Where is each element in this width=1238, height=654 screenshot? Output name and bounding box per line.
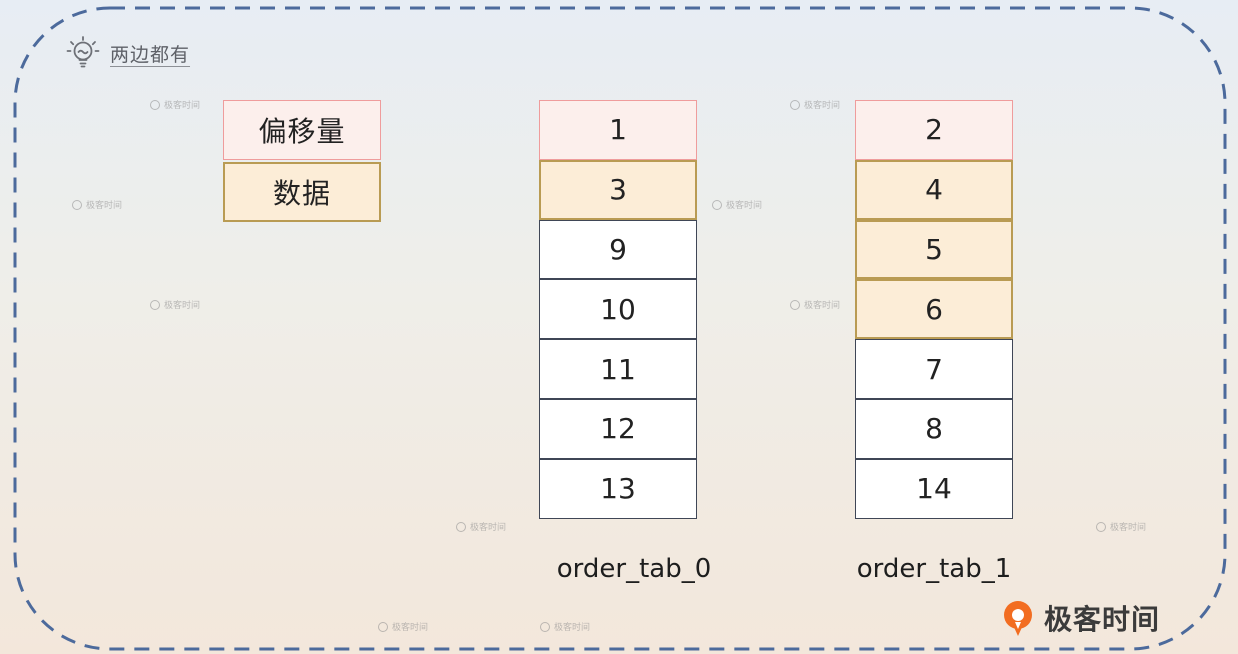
table-order-tab-0: 1 3 9 10 11 12 13: [539, 100, 697, 519]
legend: 偏移量 数据: [223, 100, 381, 222]
watermark-text: 极客时间: [164, 301, 201, 311]
watermark: 极客时间: [72, 198, 122, 211]
cell-value: 6: [925, 292, 943, 326]
watermark-logo-icon: [1096, 521, 1106, 532]
watermark-text: 极客时间: [726, 201, 763, 211]
watermark-logo-icon: [790, 299, 800, 310]
watermark-logo-icon: [790, 99, 800, 110]
watermark: 极客时间: [790, 98, 840, 111]
cell-value: 14: [916, 472, 952, 506]
watermark-text: 极客时间: [554, 623, 591, 633]
lightbulb-icon: [64, 34, 102, 72]
watermark-text: 极客时间: [86, 201, 123, 211]
cell-value: 3: [609, 173, 627, 207]
watermark-logo-icon: [456, 521, 466, 532]
cell-value: 13: [600, 472, 636, 506]
watermark: 极客时间: [790, 298, 840, 311]
table-cell: 12: [539, 398, 697, 459]
legend-offset-cell: 偏移量: [223, 100, 381, 160]
watermark-text: 极客时间: [164, 101, 201, 111]
brand-logo: 极客时间: [1000, 598, 1160, 638]
table-cell: 5: [855, 219, 1013, 280]
watermark-text: 极客时间: [392, 623, 429, 633]
table-cell: 6: [855, 279, 1013, 340]
table-cell: 8: [855, 398, 1013, 459]
table-label-order-tab-0: order_tab_0: [556, 554, 712, 584]
table-cell: 13: [539, 458, 697, 519]
table-cell: 4: [855, 159, 1013, 220]
cell-value: 9: [609, 232, 627, 266]
legend-data-label: 数据: [272, 176, 331, 210]
table-cell: 11: [539, 339, 697, 399]
table-cell: 7: [855, 339, 1013, 399]
table-cell: 1: [539, 100, 697, 160]
section-header: 两边都有: [64, 34, 190, 72]
cell-value: 4: [925, 173, 943, 207]
watermark-text: 极客时间: [470, 523, 507, 533]
watermark-logo-icon: [72, 199, 82, 210]
watermark: 极客时间: [150, 98, 200, 111]
legend-offset-label: 偏移量: [258, 114, 346, 148]
geektime-logo-icon: [1000, 598, 1036, 638]
watermark-logo-icon: [540, 621, 550, 632]
watermark-logo-icon: [150, 299, 160, 310]
watermark-text: 极客时间: [804, 101, 841, 111]
cell-value: 10: [600, 292, 636, 326]
watermark-logo-icon: [150, 99, 160, 110]
watermark-text: 极客时间: [804, 301, 841, 311]
table-cell: 3: [539, 159, 697, 220]
watermark: 极客时间: [1096, 520, 1146, 533]
table-cell: 14: [855, 458, 1013, 519]
cell-value: 2: [925, 113, 943, 147]
legend-data-cell: 数据: [223, 161, 381, 222]
watermark: 极客时间: [456, 520, 506, 533]
watermark: 极客时间: [712, 198, 762, 211]
table-cell: 9: [539, 219, 697, 280]
table-cell: 10: [539, 279, 697, 340]
table-order-tab-1: 2 4 5 6 7 8 14: [855, 100, 1013, 519]
watermark: 极客时间: [540, 620, 590, 633]
cell-value: 7: [925, 352, 943, 386]
watermark-logo-icon: [712, 199, 722, 210]
table-label-order-tab-1: order_tab_1: [856, 554, 1012, 584]
watermark-text: 极客时间: [1110, 523, 1147, 533]
watermark: 极客时间: [378, 620, 428, 633]
cell-value: 12: [600, 412, 636, 446]
table-cell: 2: [855, 100, 1013, 160]
cell-value: 11: [600, 352, 636, 386]
brand-name: 极客时间: [1044, 603, 1161, 636]
watermark-logo-icon: [378, 621, 388, 632]
section-title: 两边都有: [110, 43, 191, 66]
cell-value: 1: [609, 113, 627, 147]
watermark: 极客时间: [150, 298, 200, 311]
cell-value: 8: [925, 412, 943, 446]
cell-value: 5: [925, 232, 943, 266]
